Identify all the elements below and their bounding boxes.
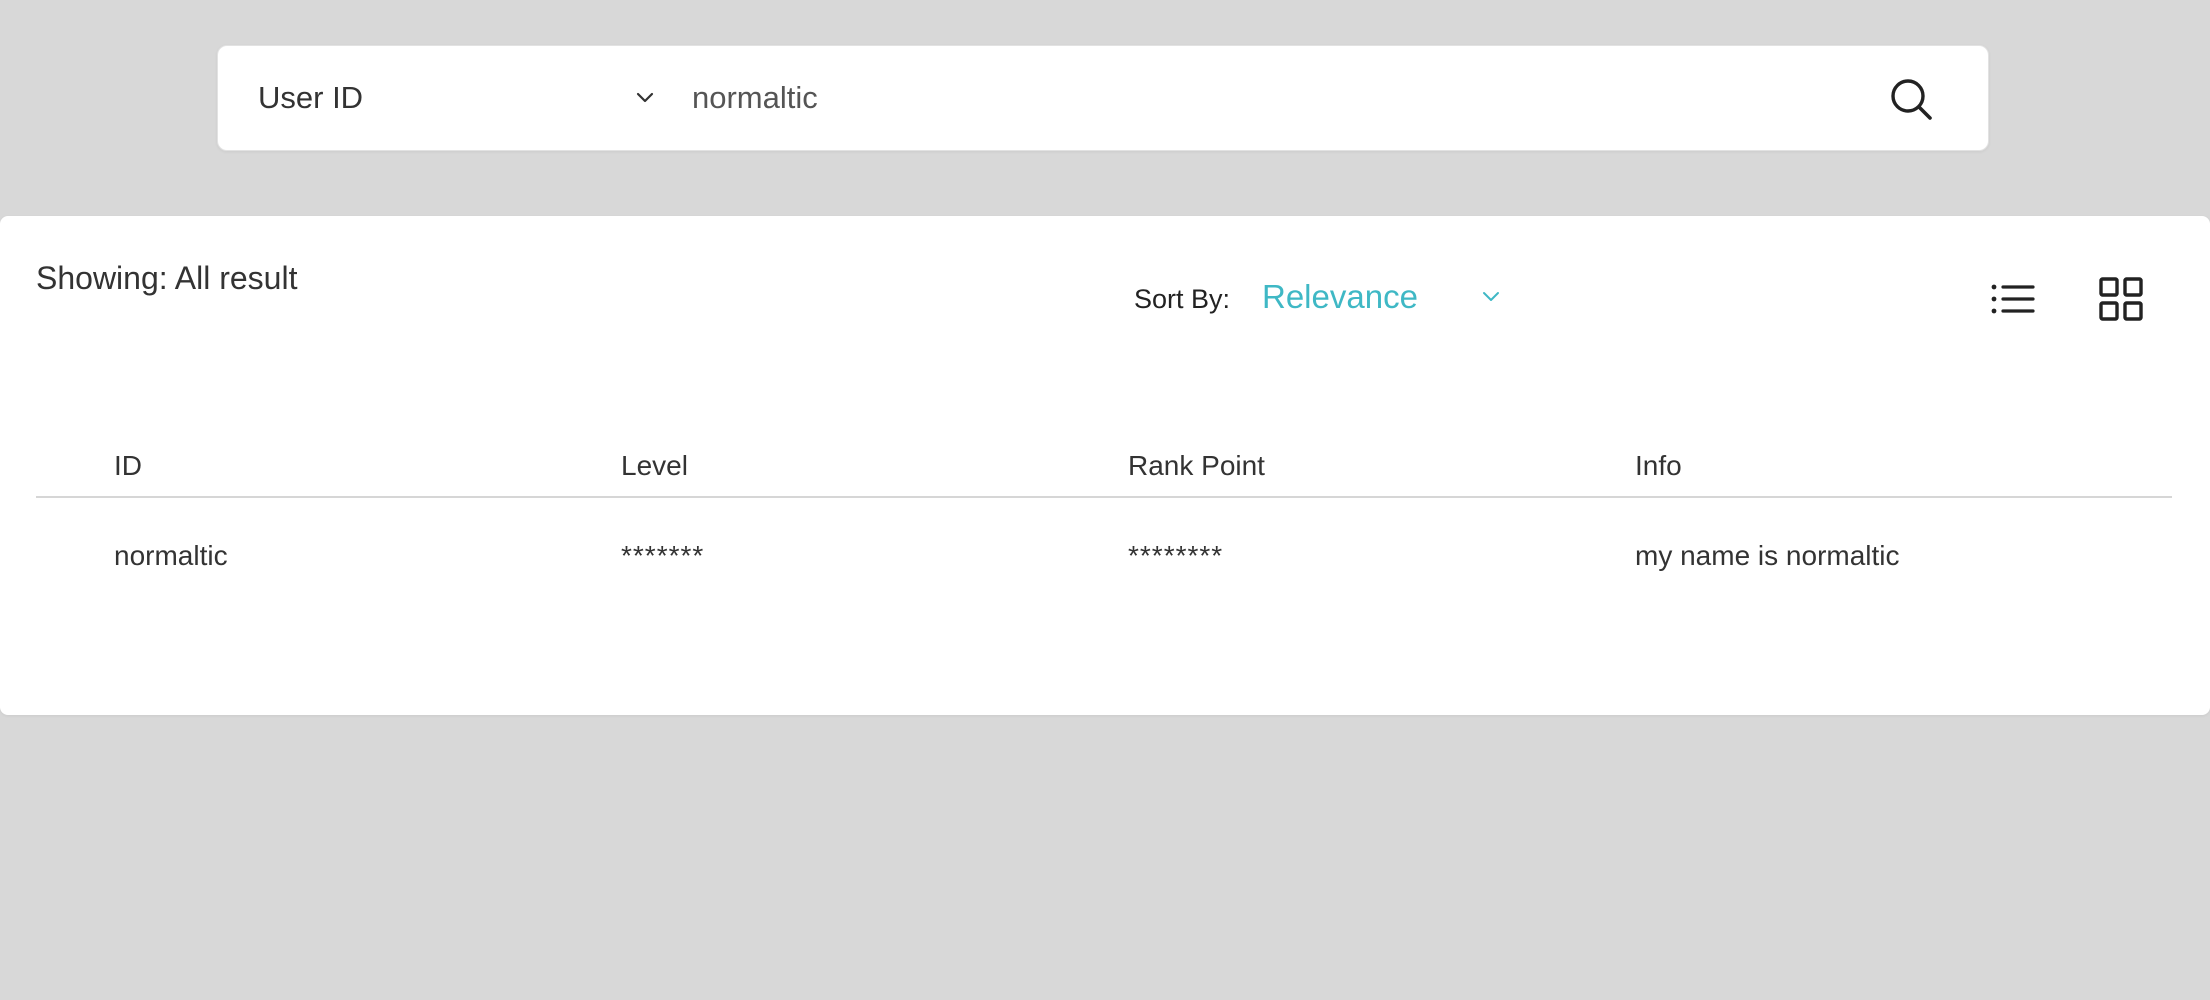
- search-type-label: User ID: [258, 80, 364, 115]
- sort-by-label: Sort By:: [1134, 284, 1231, 314]
- column-header-level: Level: [621, 450, 688, 481]
- sort-value: Relevance: [1262, 278, 1418, 315]
- grid-view-button[interactable]: [2096, 274, 2146, 324]
- list-view-icon: [1991, 284, 2035, 314]
- cell-rank-point: ********: [1128, 540, 1224, 571]
- search-type-dropdown[interactable]: User ID: [258, 46, 678, 150]
- cell-id: normaltic: [114, 540, 228, 571]
- showing-label: Showing: All result: [36, 260, 298, 296]
- grid-view-icon: [2099, 277, 2143, 321]
- sort-select[interactable]: Relevance: [1262, 272, 1512, 322]
- cell-info: my name is normaltic: [1635, 540, 1900, 571]
- column-header-rank-point: Rank Point: [1128, 450, 1265, 481]
- search-input[interactable]: [692, 68, 1792, 128]
- results-panel: Showing: All result Sort By: Relevance I…: [0, 216, 2210, 715]
- cell-level: *******: [621, 540, 705, 571]
- table-header: ID Level Rank Point Info: [36, 406, 2172, 498]
- column-header-id: ID: [114, 450, 142, 481]
- chevron-down-icon: [636, 92, 654, 103]
- table-row[interactable]: normaltic ******* ******** my name is no…: [36, 498, 2172, 598]
- list-view-button[interactable]: [1988, 274, 2038, 324]
- search-icon: [1891, 79, 1932, 120]
- chevron-down-icon: [1483, 292, 1499, 301]
- search-button[interactable]: [1886, 74, 1936, 124]
- results-table: ID Level Rank Point Info normaltic *****…: [36, 406, 2172, 598]
- search-bar: User ID: [217, 45, 1989, 151]
- column-header-info: Info: [1635, 450, 1682, 481]
